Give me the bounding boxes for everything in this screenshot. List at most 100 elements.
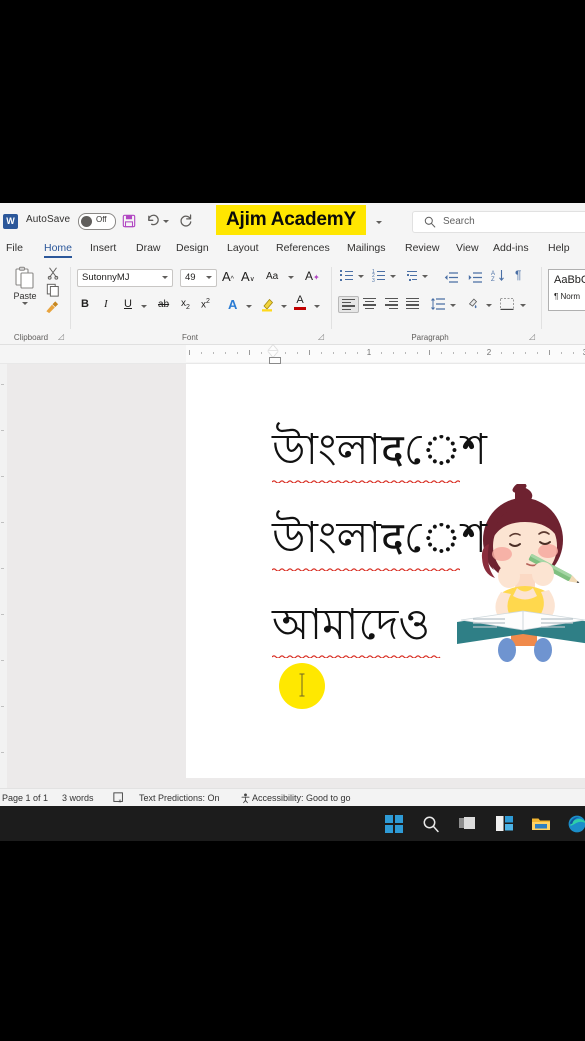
accessibility-label[interactable]: Accessibility: Good to go xyxy=(252,793,351,803)
tab-layout[interactable]: Layout xyxy=(227,240,259,256)
grow-font-icon[interactable]: A^ xyxy=(222,269,234,284)
tab-view[interactable]: View xyxy=(456,240,479,256)
font-size-input[interactable]: 49 xyxy=(180,269,217,287)
show-formatting-marks-icon[interactable]: ¶ xyxy=(515,268,521,282)
font-name-chevron-down-icon[interactable] xyxy=(162,276,168,279)
font-dialog-launcher-icon[interactable]: ◿ xyxy=(318,332,324,341)
superscript-button[interactable]: x2 xyxy=(201,298,210,310)
paragraph-dialog-launcher-icon[interactable]: ◿ xyxy=(529,332,535,341)
accessibility-icon[interactable] xyxy=(240,792,251,806)
numbered-list-icon[interactable]: 123 xyxy=(372,269,385,284)
line-spacing-chevron-down-icon[interactable] xyxy=(450,304,456,307)
windows-taskbar xyxy=(0,806,585,841)
indent-marker[interactable] xyxy=(268,345,281,364)
decrease-indent-icon[interactable] xyxy=(444,270,458,288)
search-placeholder-text: Search xyxy=(443,216,475,227)
increase-indent-icon[interactable] xyxy=(468,270,482,288)
clear-formatting-icon[interactable]: A✦ xyxy=(305,269,320,283)
tab-insert[interactable]: Insert xyxy=(90,240,116,256)
text-predictions-label[interactable]: Text Predictions: On xyxy=(139,793,220,803)
bold-button[interactable]: B xyxy=(81,298,89,310)
undo-dropdown-chevron-down-icon[interactable] xyxy=(163,220,169,223)
shrink-font-icon[interactable]: A∨ xyxy=(241,269,255,284)
tab-review[interactable]: Review xyxy=(405,240,439,256)
change-case-chevron-down-icon[interactable] xyxy=(288,276,294,279)
tab-design[interactable]: Design xyxy=(176,240,209,256)
shading-chevron-down-icon[interactable] xyxy=(486,304,492,307)
font-size-chevron-down-icon[interactable] xyxy=(206,276,212,279)
text-effects-chevron-down-icon[interactable] xyxy=(246,305,252,308)
tab-mailings[interactable]: Mailings xyxy=(347,240,386,256)
ruler-track[interactable]: 1 2 3 xyxy=(186,345,585,362)
tab-draw[interactable]: Draw xyxy=(136,240,161,256)
search-icon xyxy=(424,216,436,228)
clipboard-dialog-launcher-icon[interactable]: ◿ xyxy=(58,332,64,341)
autosave-toggle[interactable]: Off xyxy=(78,213,116,230)
change-case-button[interactable]: Aa xyxy=(266,271,278,282)
strikethrough-button[interactable]: ab xyxy=(158,299,169,310)
underline-chevron-down-icon[interactable] xyxy=(141,305,147,308)
tab-help[interactable]: Help xyxy=(548,240,570,256)
tab-file[interactable]: File xyxy=(6,240,23,256)
subscript-button[interactable]: x2 xyxy=(181,298,190,311)
search-input[interactable]: Search xyxy=(412,211,585,233)
text-effects-icon[interactable]: A xyxy=(228,297,237,312)
document-page[interactable]: উাংলাदেশ উাংলাदেশ আমাদেও xyxy=(186,364,585,778)
tab-home[interactable]: Home xyxy=(44,240,73,258)
ruler-number-2: 2 xyxy=(486,348,492,357)
start-icon[interactable] xyxy=(385,815,403,833)
multilevel-list-icon[interactable] xyxy=(404,270,417,281)
save-icon[interactable] xyxy=(122,214,136,228)
font-name-input[interactable]: SutonnyMJ xyxy=(77,269,173,287)
justify-icon[interactable] xyxy=(406,298,419,309)
document-line-2[interactable]: উাংলাदেশ xyxy=(272,517,487,560)
file-explorer-icon[interactable] xyxy=(532,815,550,833)
bullet-list-icon[interactable] xyxy=(340,270,353,281)
tab-references[interactable]: References xyxy=(276,240,330,256)
italic-button[interactable]: I xyxy=(104,298,108,310)
tab-addins[interactable]: Add-ins xyxy=(493,240,529,256)
sort-az-icon[interactable]: A Z xyxy=(491,269,505,287)
quick-access-more-chevron-down-icon[interactable] xyxy=(376,221,382,224)
multilevel-chevron-down-icon[interactable] xyxy=(422,275,428,278)
document-line-3[interactable]: আমাদেও xyxy=(272,604,430,647)
word-count-label[interactable]: 3 words xyxy=(62,793,94,803)
font-color-chevron-down-icon[interactable] xyxy=(314,305,320,308)
page-count-label[interactable]: Page 1 of 1 xyxy=(2,793,48,803)
style-sample-text: AaBbC xyxy=(554,274,585,286)
line-spacing-icon[interactable] xyxy=(431,297,445,315)
search-icon[interactable] xyxy=(422,815,440,833)
highlight-chevron-down-icon[interactable] xyxy=(281,305,287,308)
copy-icon[interactable] xyxy=(46,283,60,297)
autosave-state-label: Off xyxy=(96,215,107,224)
align-right-icon[interactable] xyxy=(385,298,398,309)
numbering-chevron-down-icon[interactable] xyxy=(390,275,396,278)
scissors-icon[interactable] xyxy=(46,266,60,280)
underline-button[interactable]: U xyxy=(124,298,132,310)
paste-label: Paste xyxy=(13,291,37,301)
font-color-icon[interactable]: A xyxy=(294,295,306,310)
borders-chevron-down-icon[interactable] xyxy=(520,304,526,307)
align-left-icon[interactable] xyxy=(338,296,359,313)
document-line-1[interactable]: উাংলাदেশ xyxy=(272,429,487,472)
proofing-errors-icon[interactable]: x xyxy=(113,792,125,806)
bullets-chevron-down-icon[interactable] xyxy=(358,275,364,278)
horizontal-ruler[interactable]: 1 2 3 xyxy=(0,345,585,364)
text-highlight-icon[interactable] xyxy=(260,296,276,312)
document-canvas[interactable]: উাংলাदেশ উাংলাदেশ আমাদেও xyxy=(0,364,585,788)
shading-icon[interactable] xyxy=(466,296,480,315)
paste-button[interactable]: Paste xyxy=(10,266,40,305)
align-center-icon[interactable] xyxy=(363,298,376,309)
borders-icon[interactable] xyxy=(500,297,514,315)
task-view-icon[interactable] xyxy=(459,815,477,833)
undo-icon[interactable] xyxy=(146,213,161,228)
font-name-value: SutonnyMJ xyxy=(82,272,130,283)
widgets-icon[interactable] xyxy=(496,815,514,833)
style-gallery-normal[interactable]: AaBbC ¶ Norm xyxy=(548,269,585,311)
i-beam-cursor xyxy=(299,673,305,697)
document-title-banner[interactable]: Ajim AcademY xyxy=(216,205,366,235)
redo-icon[interactable] xyxy=(178,213,193,228)
edge-icon[interactable] xyxy=(568,815,585,833)
format-painter-icon[interactable] xyxy=(44,300,59,314)
paste-chevron-down-icon[interactable] xyxy=(22,302,28,305)
